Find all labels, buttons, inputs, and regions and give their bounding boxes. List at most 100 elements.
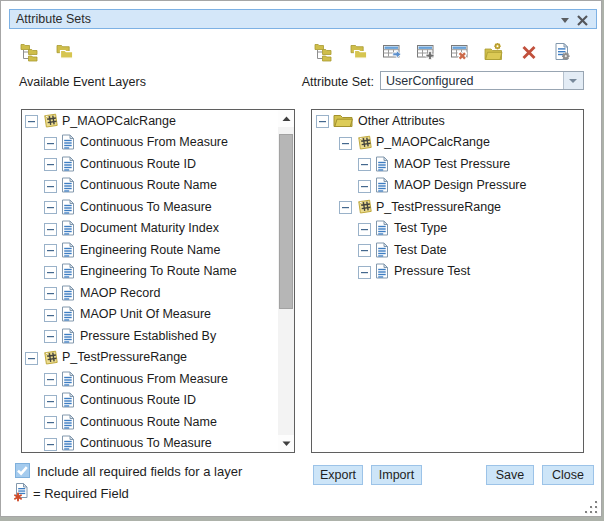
tree-item[interactable]: P_MAOPCalcRange xyxy=(22,110,278,132)
tree-item[interactable]: Continuous Route Name xyxy=(22,411,278,433)
tree-item-label: Document Maturity Index xyxy=(80,221,219,235)
collapse-event-layers-button[interactable] xyxy=(54,44,74,64)
export-button[interactable]: Export xyxy=(313,465,363,485)
required-field-legend: = Required Field xyxy=(33,486,129,501)
tree-item-label: Continuous Route Name xyxy=(80,178,217,192)
collapse-expander-icon[interactable] xyxy=(44,136,57,149)
tree-item-label: MAOP Design Pressure xyxy=(394,178,526,192)
collapse-expander-icon[interactable] xyxy=(44,308,57,321)
collapse-expander-icon[interactable] xyxy=(339,200,352,213)
close-button[interactable]: Close xyxy=(542,465,594,485)
field-icon xyxy=(61,156,77,172)
tree-item[interactable]: Pressure Established By xyxy=(22,325,278,347)
tree-item[interactable]: Other Attributes xyxy=(312,110,583,132)
field-icon xyxy=(61,220,77,236)
field-icon xyxy=(61,414,77,430)
tree-item[interactable]: Continuous From Measure xyxy=(22,132,278,154)
tree-item[interactable]: MAOP Unit Of Measure xyxy=(22,304,278,326)
titlebar-dropdown-icon[interactable] xyxy=(561,18,569,23)
field-icon xyxy=(61,392,77,408)
field-icon xyxy=(375,220,391,236)
tree-item[interactable]: P_TestPressureRange xyxy=(22,347,278,369)
tree-item[interactable]: P_MAOPCalcRange xyxy=(312,132,583,154)
delete-attribute-set-button[interactable] xyxy=(450,44,470,64)
collapse-expander-icon[interactable] xyxy=(44,200,57,213)
new-attribute-group-button[interactable] xyxy=(484,44,504,64)
dialog-titlebar[interactable]: Attribute Sets xyxy=(9,9,597,29)
collapse-expander-icon[interactable] xyxy=(44,265,57,278)
collapse-expander-icon[interactable] xyxy=(44,437,57,450)
tree-item-label: Continuous From Measure xyxy=(80,372,228,386)
copy-attribute-set-button[interactable] xyxy=(382,44,402,64)
layers-tree-icon xyxy=(20,42,40,66)
tree-item[interactable]: Test Date xyxy=(312,239,583,261)
left-panel-scrollbar[interactable] xyxy=(278,110,294,452)
attribute-set-properties-button[interactable] xyxy=(552,44,572,64)
tree-item[interactable]: Pressure Test xyxy=(312,261,583,283)
close-icon[interactable] xyxy=(576,13,589,26)
collapse-expander-icon[interactable] xyxy=(358,243,371,256)
collapse-expander-icon[interactable] xyxy=(358,157,371,170)
collapse-expander-icon[interactable] xyxy=(339,136,352,149)
tree-item-label: Continuous To Measure xyxy=(80,436,212,450)
folder-icon xyxy=(333,113,355,128)
tree-item-label: MAOP Unit Of Measure xyxy=(80,307,211,321)
tree-item[interactable]: Continuous Route ID xyxy=(22,390,278,412)
add-attribute-set-button[interactable] xyxy=(416,44,436,64)
collapse-expander-icon[interactable] xyxy=(358,265,371,278)
tree-item-label: Continuous To Measure xyxy=(80,200,212,214)
event-layer-icon xyxy=(356,135,373,150)
tree-item[interactable]: MAOP Test Pressure xyxy=(312,153,583,175)
tree-item[interactable]: Continuous To Measure xyxy=(22,196,278,218)
collapse-expander-icon[interactable] xyxy=(44,415,57,428)
field-icon xyxy=(61,371,77,387)
tree-item[interactable]: MAOP Record xyxy=(22,282,278,304)
collapse-expander-icon[interactable] xyxy=(44,286,57,299)
collapse-expander-icon[interactable] xyxy=(44,394,57,407)
scrollbar-thumb[interactable] xyxy=(279,134,293,309)
field-icon xyxy=(61,328,77,344)
collapse-expander-icon[interactable] xyxy=(44,372,57,385)
tree-item[interactable]: Engineering To Route Name xyxy=(22,261,278,283)
chevron-down-icon[interactable] xyxy=(563,72,583,89)
tree-item[interactable]: Continuous Route ID xyxy=(22,153,278,175)
import-button[interactable]: Import xyxy=(371,465,422,485)
collapse-expander-icon[interactable] xyxy=(358,222,371,235)
collapse-expander-icon[interactable] xyxy=(316,114,329,127)
tree-item[interactable]: Continuous Route Name xyxy=(22,175,278,197)
scroll-up-icon[interactable] xyxy=(278,110,294,127)
collapse-expander-icon[interactable] xyxy=(44,222,57,235)
collapse-expander-icon[interactable] xyxy=(25,351,38,364)
tree-item[interactable]: Document Maturity Index xyxy=(22,218,278,240)
table-delete-icon xyxy=(450,42,470,66)
field-icon xyxy=(375,156,391,172)
collapse-expander-icon[interactable] xyxy=(44,329,57,342)
tree-item-label: Engineering To Route Name xyxy=(80,264,237,278)
scroll-down-icon[interactable] xyxy=(278,435,294,452)
tree-item[interactable]: Continuous From Measure xyxy=(22,368,278,390)
collapse-expander-icon[interactable] xyxy=(25,114,38,127)
tree-item-label: Continuous Route Name xyxy=(80,415,217,429)
tree-item[interactable]: MAOP Design Pressure xyxy=(312,175,583,197)
attribute-set-dropdown[interactable]: UserConfigured xyxy=(380,71,584,90)
expand-event-layers-button[interactable] xyxy=(20,44,40,64)
collapse-expander-icon[interactable] xyxy=(44,179,57,192)
remove-item-button[interactable] xyxy=(519,44,539,64)
tree-item[interactable]: Continuous To Measure xyxy=(22,433,278,454)
save-button[interactable]: Save xyxy=(486,465,534,485)
collapse-expander-icon[interactable] xyxy=(44,157,57,170)
collapse-expander-icon[interactable] xyxy=(44,243,57,256)
tree-item-label: Continuous Route ID xyxy=(80,157,196,171)
tree-item[interactable]: P_TestPressureRange xyxy=(312,196,583,218)
collapse-expander-icon[interactable] xyxy=(358,179,371,192)
field-icon xyxy=(61,134,77,150)
collapse-attribute-tree-button[interactable] xyxy=(348,44,368,64)
tree-item[interactable]: Engineering Route Name xyxy=(22,239,278,261)
expand-attribute-tree-button[interactable] xyxy=(314,44,334,64)
resize-grip[interactable] xyxy=(585,500,598,513)
layers-tree-icon xyxy=(314,42,334,66)
tree-item-label: MAOP Record xyxy=(80,286,160,300)
field-icon xyxy=(61,242,77,258)
tree-item[interactable]: Test Type xyxy=(312,218,583,240)
include-required-fields-checkbox[interactable] xyxy=(15,463,30,478)
